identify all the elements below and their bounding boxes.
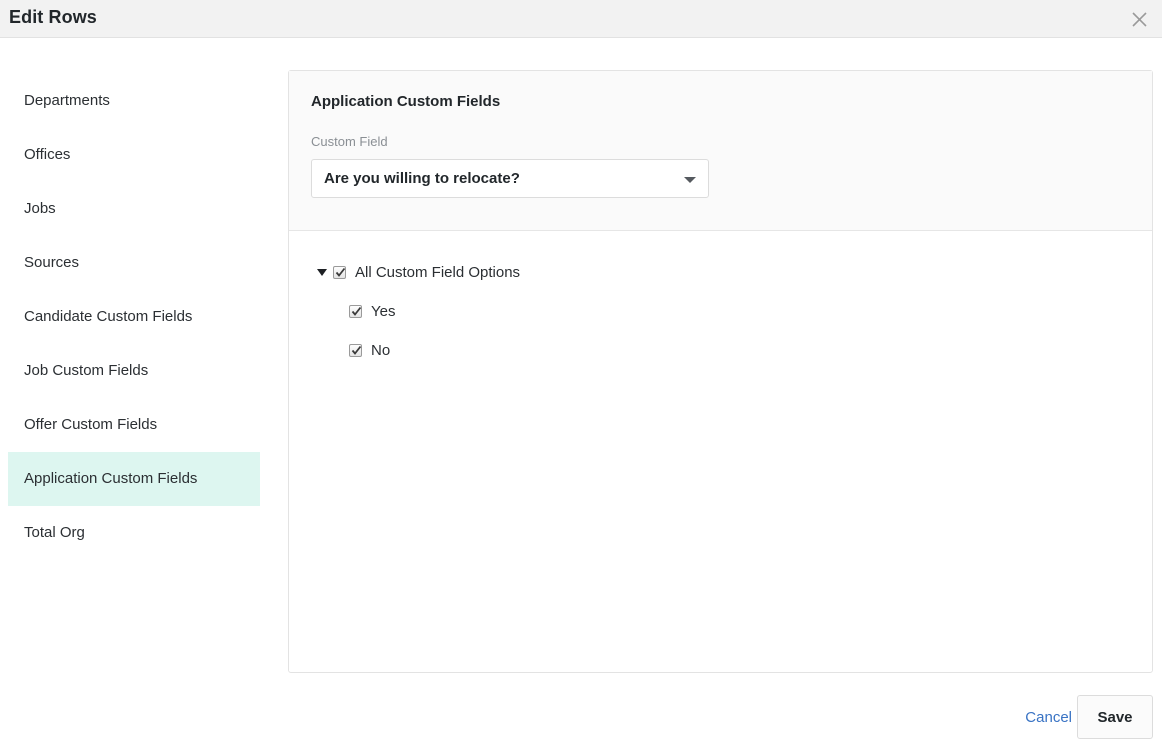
sidebar-item-total-org[interactable]: Total Org	[8, 506, 260, 560]
checkbox-no[interactable]	[349, 344, 362, 357]
tree-row: No	[317, 331, 520, 370]
sidebar: Departments Offices Jobs Sources Candida…	[0, 39, 261, 747]
panel-title: Application Custom Fields	[311, 93, 501, 110]
sidebar-item-label: Jobs	[24, 200, 56, 217]
sidebar-item-departments[interactable]: Departments	[8, 74, 260, 128]
sidebar-item-label: Sources	[24, 254, 80, 271]
sidebar-item-label: Offices	[24, 146, 71, 163]
sidebar-item-sources[interactable]: Sources	[8, 236, 260, 290]
custom-field-select[interactable]: Are you willing to relocate?	[311, 159, 709, 198]
tree-row: Yes	[317, 292, 520, 331]
chevron-down-icon	[684, 177, 696, 183]
sidebar-item-offices[interactable]: Offices	[8, 128, 260, 182]
page-title: Edit Rows	[9, 7, 97, 27]
sidebar-item-label: Total Org	[24, 524, 85, 541]
sidebar-item-candidate-custom-fields[interactable]: Candidate Custom Fields	[8, 290, 260, 344]
sidebar-item-label: Application Custom Fields	[24, 470, 198, 487]
sidebar-item-jobs[interactable]: Jobs	[8, 182, 260, 236]
checkbox-all-custom-field-options[interactable]	[333, 266, 346, 279]
custom-field-select-value: Are you willing to relocate?	[324, 170, 520, 187]
panel-body: All Custom Field Options Yes No	[289, 231, 1152, 671]
sidebar-item-job-custom-fields[interactable]: Job Custom Fields	[8, 344, 260, 398]
sidebar-item-label: Candidate Custom Fields	[24, 308, 193, 325]
checkbox-yes[interactable]	[349, 305, 362, 318]
cancel-button[interactable]: Cancel	[1025, 709, 1072, 726]
tree-row-label: All Custom Field Options	[355, 264, 521, 281]
main-panel: Application Custom Fields Custom Field A…	[288, 70, 1153, 673]
tree-row-label: Yes	[371, 303, 396, 320]
sidebar-item-label: Job Custom Fields	[24, 362, 149, 379]
tree-row: All Custom Field Options	[317, 253, 520, 292]
dialog-footer: Cancel Save	[0, 695, 1162, 747]
sidebar-list: Departments Offices Jobs Sources Candida…	[0, 74, 261, 560]
sidebar-item-application-custom-fields[interactable]: Application Custom Fields	[8, 452, 260, 506]
tree-row-label: No	[371, 342, 391, 359]
close-icon[interactable]	[1124, 4, 1154, 34]
custom-field-label: Custom Field	[311, 134, 388, 149]
triangle-down-icon[interactable]	[317, 269, 327, 276]
sidebar-item-offer-custom-fields[interactable]: Offer Custom Fields	[8, 398, 260, 452]
dialog-title-bar: Edit Rows	[0, 0, 1162, 38]
save-button[interactable]: Save	[1077, 695, 1153, 739]
sidebar-item-label: Departments	[24, 92, 110, 109]
custom-field-options-tree: All Custom Field Options Yes No	[317, 253, 520, 370]
sidebar-item-label: Offer Custom Fields	[24, 416, 158, 433]
panel-header: Application Custom Fields Custom Field A…	[289, 71, 1152, 231]
